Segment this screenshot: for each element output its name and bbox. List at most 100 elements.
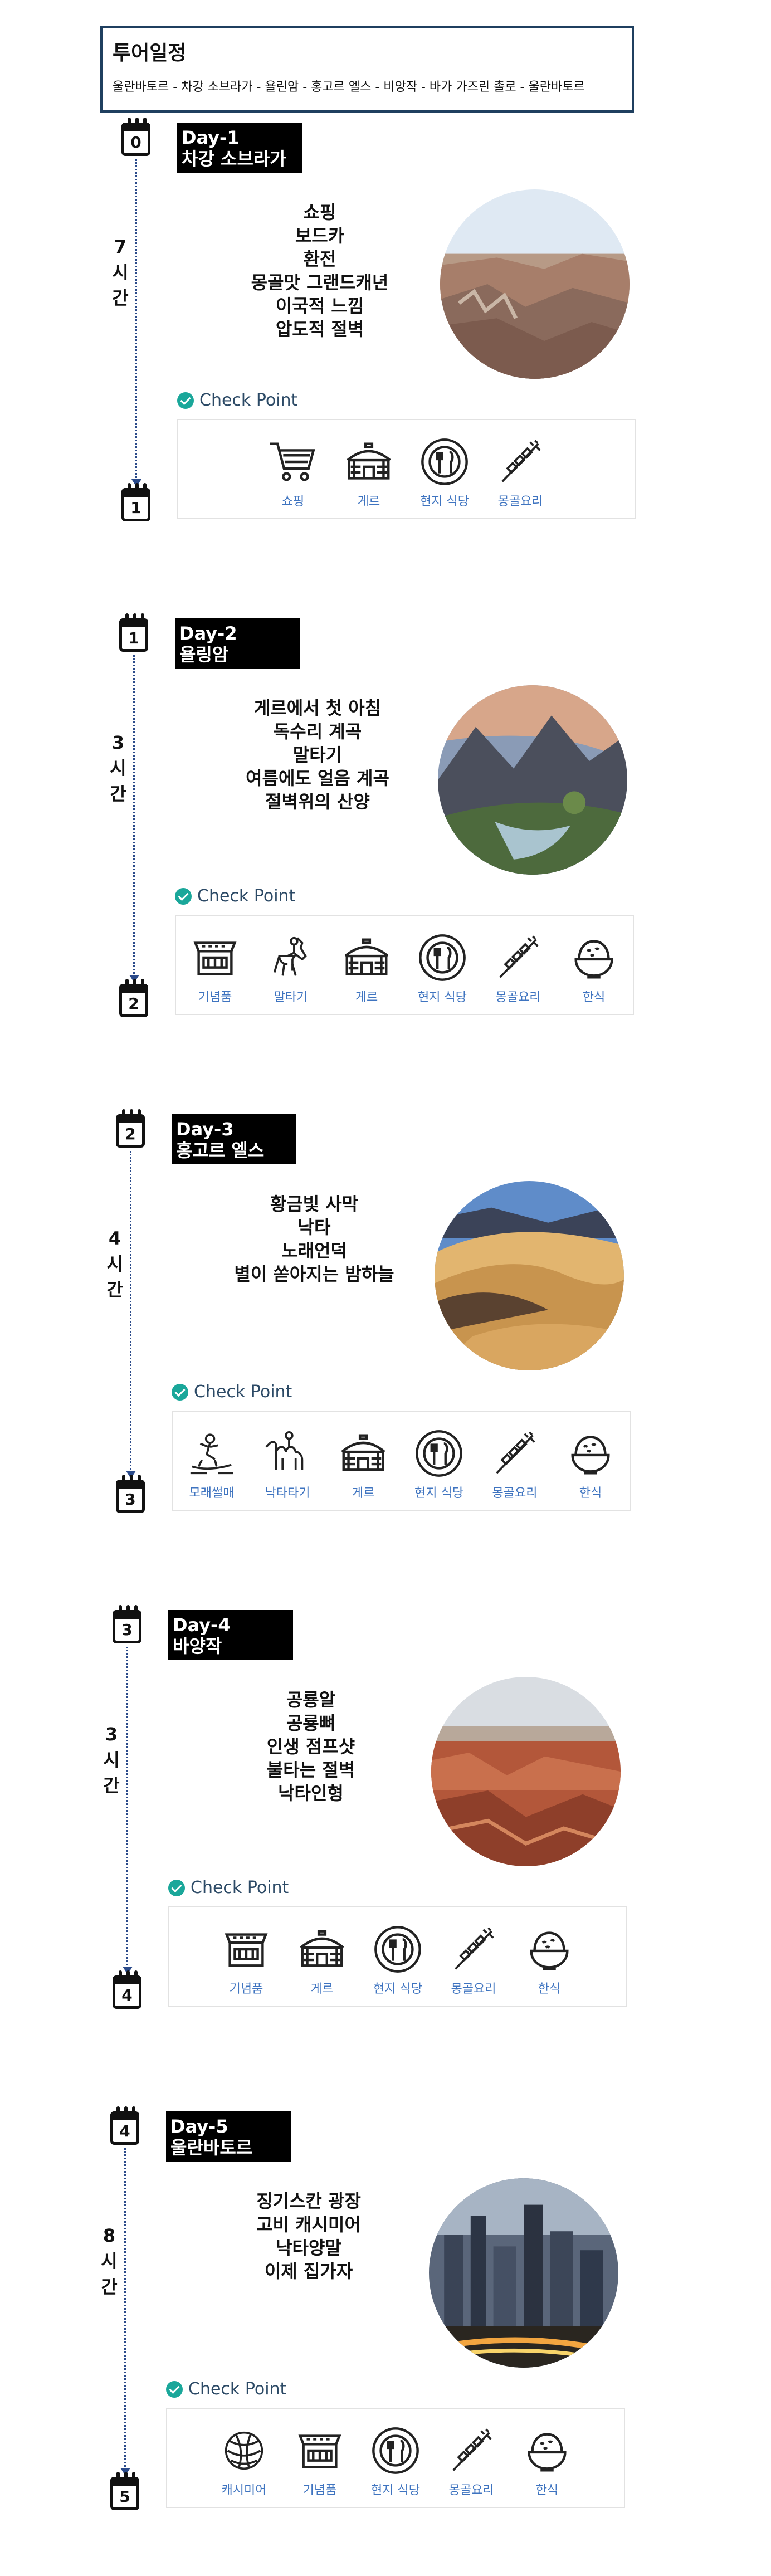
day-number: 4 (121, 1986, 133, 2004)
check-point-title: Check Point (177, 390, 297, 411)
check-circle-icon (166, 2381, 183, 2398)
highlight-item: 징기스칸 광장 (256, 2190, 361, 2212)
highlight-item: 쇼핑 (303, 202, 336, 223)
check-point-item-label: 한식 (538, 1982, 561, 1996)
check-point-item-label: 몽골요리 (451, 1982, 496, 1996)
highlight-item: 공룡알 (286, 1689, 336, 1710)
check-point-item-label: 현지 식당 (373, 1982, 422, 1996)
check-point-item-label: 한식 (579, 1486, 602, 1500)
day-place: 차강 소브라가 (182, 148, 286, 169)
destination-photo (438, 685, 627, 875)
check-circle-icon (168, 1880, 185, 1896)
check-point-item-label: 한식 (582, 991, 606, 1004)
travel-hours-char: 간 (110, 783, 126, 804)
highlight-item: 불타는 절벽 (266, 1759, 355, 1780)
route-connector (124, 2148, 126, 2470)
check-point-item: 한식 (521, 1923, 577, 1997)
check-point-item-label: 낙타타기 (265, 1486, 310, 1500)
highlight-item: 보드카 (295, 225, 345, 246)
check-point-item-label: 게르 (310, 1982, 334, 1996)
check-point-item-label: 현지 식당 (418, 991, 467, 1004)
check-point-item: 몽골요리 (487, 1427, 543, 1501)
day-label: Day-5 (170, 2116, 228, 2137)
day-number: 2 (125, 1125, 136, 1143)
route-summary: 울란바토르 - 차강 소브라가 - 욜린암 - 홍고르 엘스 - 비앙작 - 바… (113, 80, 585, 94)
travel-hours-char: 3 (111, 732, 125, 753)
calendar-end-icon: 5 (110, 2472, 139, 2510)
day-number: 2 (128, 994, 139, 1013)
day-number: 1 (128, 629, 139, 647)
highlight-item: 황금빛 사막 (270, 1193, 359, 1214)
highlight-item: 낙타인형 (278, 1783, 344, 1804)
page-title: 투어일정 (113, 42, 187, 65)
check-point-item-label: 몽골요리 (448, 2484, 494, 2497)
day-number: 0 (130, 133, 141, 152)
travel-hours: 8 시간 (98, 2223, 120, 2300)
check-circle-icon (177, 392, 194, 409)
route-connector (135, 159, 137, 481)
check-point-item: 한식 (563, 1427, 618, 1501)
day-label: Day-4 (173, 1614, 231, 1636)
travel-hours: 3 시간 (100, 1721, 123, 1798)
check-point-item: 낙타타기 (260, 1427, 315, 1501)
destination-photo (429, 2178, 618, 2368)
check-point-item: 모래썰매 (184, 1427, 240, 1501)
day-place: 홍고르 엘스 (176, 1140, 265, 1161)
check-point-panel: 모래썰매 낙타타기 게르 현지 식당 몽골요리 한식 (172, 1411, 631, 1511)
shop-icon (220, 1923, 272, 1975)
check-point-title: Check Point (166, 2379, 286, 2400)
highlight-item: 인생 점프샷 (266, 1736, 355, 1757)
skewer-icon (447, 1923, 500, 1975)
travel-hours: 4 시간 (104, 1226, 126, 1302)
travel-hours-char: 4 (108, 1228, 121, 1249)
check-point-panel: 캐시미어 기념품 현지 식당 몽골요리 한식 (166, 2408, 625, 2508)
skewer-icon (445, 2424, 497, 2477)
day-highlights: 황금빛 사막 낙타 노래언덕 별이 쏟아지는 밤하늘 (203, 1192, 426, 1286)
check-point-item: 게르 (294, 1923, 350, 1997)
check-point-item-label: 게르 (352, 1486, 375, 1500)
check-point-item: 현지 식당 (368, 2424, 423, 2498)
sandboard-icon (186, 1427, 238, 1480)
highlight-item: 게르에서 첫 아침 (253, 697, 382, 719)
day-label: Day-2 (179, 623, 237, 644)
check-point-item: 게르 (335, 1427, 391, 1501)
check-point-label: Check Point (191, 1878, 289, 1897)
check-point-item-label: 기념품 (229, 1982, 263, 1996)
highlight-item: 독수리 계곡 (273, 721, 362, 742)
day-highlights: 게르에서 첫 아침 독수리 계곡 말타기 여름에도 얼음 계곡 절벽위의 산양 (206, 696, 429, 813)
check-point-item: 몽골요리 (446, 1923, 501, 1997)
day-banner: Day-1 차강 소브라가 (177, 123, 302, 173)
rice-bowl-icon (523, 1923, 575, 1975)
travel-hours-char: 시 (110, 758, 126, 779)
rice-bowl-icon (564, 1427, 617, 1480)
check-point-title: Check Point (175, 886, 295, 907)
day-banner: Day-3 홍고르 엘스 (172, 1114, 296, 1164)
check-point-title: Check Point (168, 1877, 289, 1899)
highlight-item: 압도적 절벽 (275, 319, 364, 340)
highlight-item: 노래언덕 (281, 1240, 347, 1261)
day-label: Day-1 (182, 127, 240, 148)
travel-hours-char: 시 (103, 1749, 120, 1770)
highlight-item: 고비 캐시미어 (256, 2214, 361, 2235)
route-connector (126, 1647, 128, 1969)
schedule-header: 투어일정 울란바토르 - 차강 소브라가 - 욜린암 - 홍고르 엘스 - 비앙… (100, 26, 634, 113)
check-point-item: 한식 (519, 2424, 575, 2498)
yarn-icon (218, 2424, 270, 2477)
highlight-item: 환전 (303, 248, 336, 270)
calendar-start-icon: 1 (119, 613, 148, 652)
calendar-end-icon: 4 (113, 1970, 141, 2009)
check-point-item: 말타기 (263, 931, 319, 1005)
dining-icon (372, 1923, 424, 1975)
check-point-item: 기념품 (187, 931, 243, 1005)
travel-hours-char: 간 (106, 1279, 123, 1300)
day-4-section: 3 3 시 간 4 Day-4 바양작 공룡알 공룡뼈 인생 점프샷 불타는 절벽 낙타인형 Check… (0, 1605, 771, 2128)
highlight-item: 낙타양말 (276, 2237, 341, 2258)
travel-hours: 3 시간 (107, 730, 129, 807)
dining-icon (413, 1427, 465, 1480)
check-point-label: Check Point (199, 391, 298, 410)
day-place: 바양작 (173, 1636, 222, 1657)
check-point-item: 현지 식당 (417, 436, 472, 509)
travel-hours-char: 간 (103, 1775, 120, 1796)
check-point-item-label: 몽골요리 (497, 495, 543, 509)
travel-hours: 7 시간 (109, 234, 131, 311)
